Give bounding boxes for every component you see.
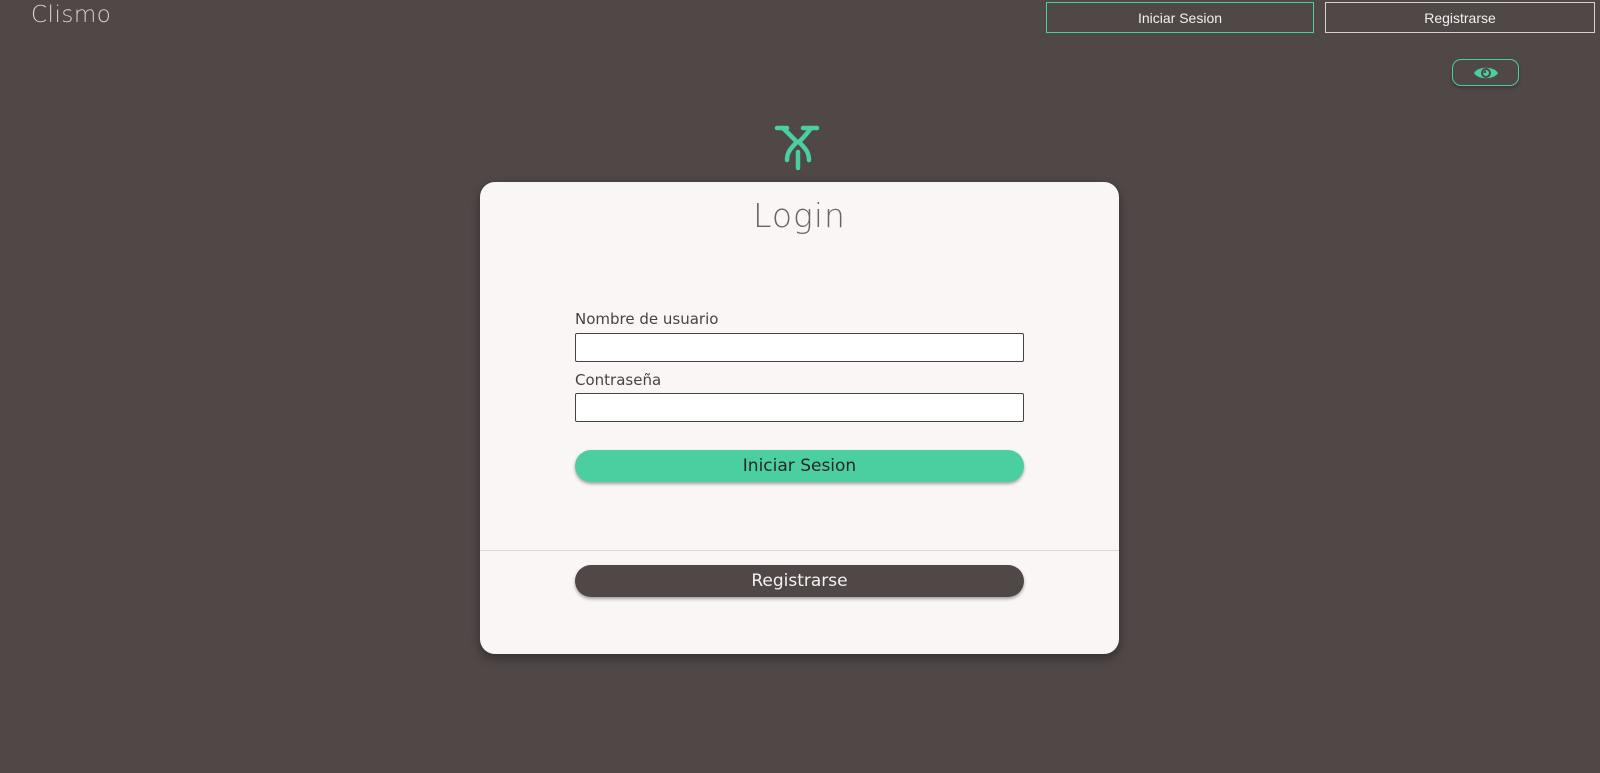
- username-input[interactable]: [575, 333, 1024, 362]
- header-register-button[interactable]: Registrarse: [1325, 2, 1595, 33]
- login-card: Login Nombre de usuario Contraseña Inici…: [480, 182, 1119, 654]
- login-submit-button[interactable]: Iniciar Sesion: [575, 450, 1024, 482]
- visibility-toggle-button[interactable]: [1452, 59, 1519, 86]
- username-label: Nombre de usuario: [575, 310, 719, 328]
- bicycle-handlebar-icon: [773, 124, 823, 172]
- password-input[interactable]: [575, 393, 1024, 422]
- brand-logo-text[interactable]: Clismo: [31, 2, 111, 28]
- password-label: Contraseña: [575, 371, 662, 389]
- eye-icon: [1473, 64, 1499, 82]
- login-title: Login: [753, 196, 846, 235]
- card-divider: [480, 550, 1119, 551]
- header-login-button[interactable]: Iniciar Sesion: [1046, 2, 1314, 33]
- register-button[interactable]: Registrarse: [575, 565, 1024, 597]
